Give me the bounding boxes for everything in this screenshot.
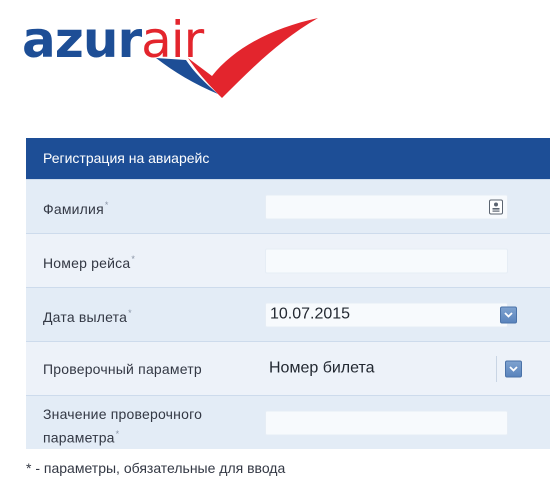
verification-value-field[interactable] (265, 410, 508, 435)
verification-param-label: Проверочный параметр (43, 360, 202, 377)
logo-swoosh-icon (156, 18, 318, 98)
chevron-down-icon (509, 365, 518, 372)
departure-date-field[interactable]: 10.07.2015 (265, 302, 508, 327)
surname-label: Фамилия* (43, 199, 109, 217)
departure-date-row: Дата вылета* 10.07.2015 (26, 287, 550, 341)
azurair-logo: azurair (22, 8, 318, 108)
contact-card-icon[interactable] (489, 199, 503, 214)
verification-param-value: Номер билета (269, 359, 375, 377)
flight-number-row: Номер рейса* (26, 233, 550, 287)
verification-value-label: Значение проверочного параметра* (43, 406, 203, 446)
departure-date-value: 10.07.2015 (270, 305, 351, 323)
select-divider (496, 355, 497, 382)
departure-date-label: Дата вылета* (43, 307, 132, 325)
flight-number-label: Номер рейса* (43, 253, 136, 271)
surname-row: Фамилия* (26, 179, 550, 233)
surname-field[interactable] (265, 194, 508, 219)
verification-param-row: Проверочный параметр Номер билета (26, 341, 550, 395)
flight-checkin-form: Регистрация на авиарейс Фамилия* Номер р… (26, 138, 550, 458)
required-marker: * (131, 253, 136, 264)
flight-number-input[interactable] (266, 249, 507, 272)
date-picker-button[interactable] (500, 306, 517, 323)
required-marker: * (128, 307, 132, 318)
required-marker: * (115, 429, 120, 439)
verification-param-select[interactable]: Номер билета (265, 356, 508, 381)
flight-number-field[interactable] (265, 248, 508, 273)
form-title: Регистрация на авиарейс (26, 138, 550, 179)
verification-value-row: Значение проверочного параметра* (26, 395, 550, 449)
verification-param-dropdown-button[interactable] (505, 360, 522, 377)
surname-input[interactable] (266, 195, 507, 218)
verification-value-input[interactable] (266, 411, 507, 434)
required-marker: * (104, 199, 109, 210)
chevron-down-icon (504, 311, 513, 318)
required-fields-note: * - параметры, обязательные для ввода (26, 460, 286, 476)
logo-text-azur: azur (22, 11, 142, 69)
